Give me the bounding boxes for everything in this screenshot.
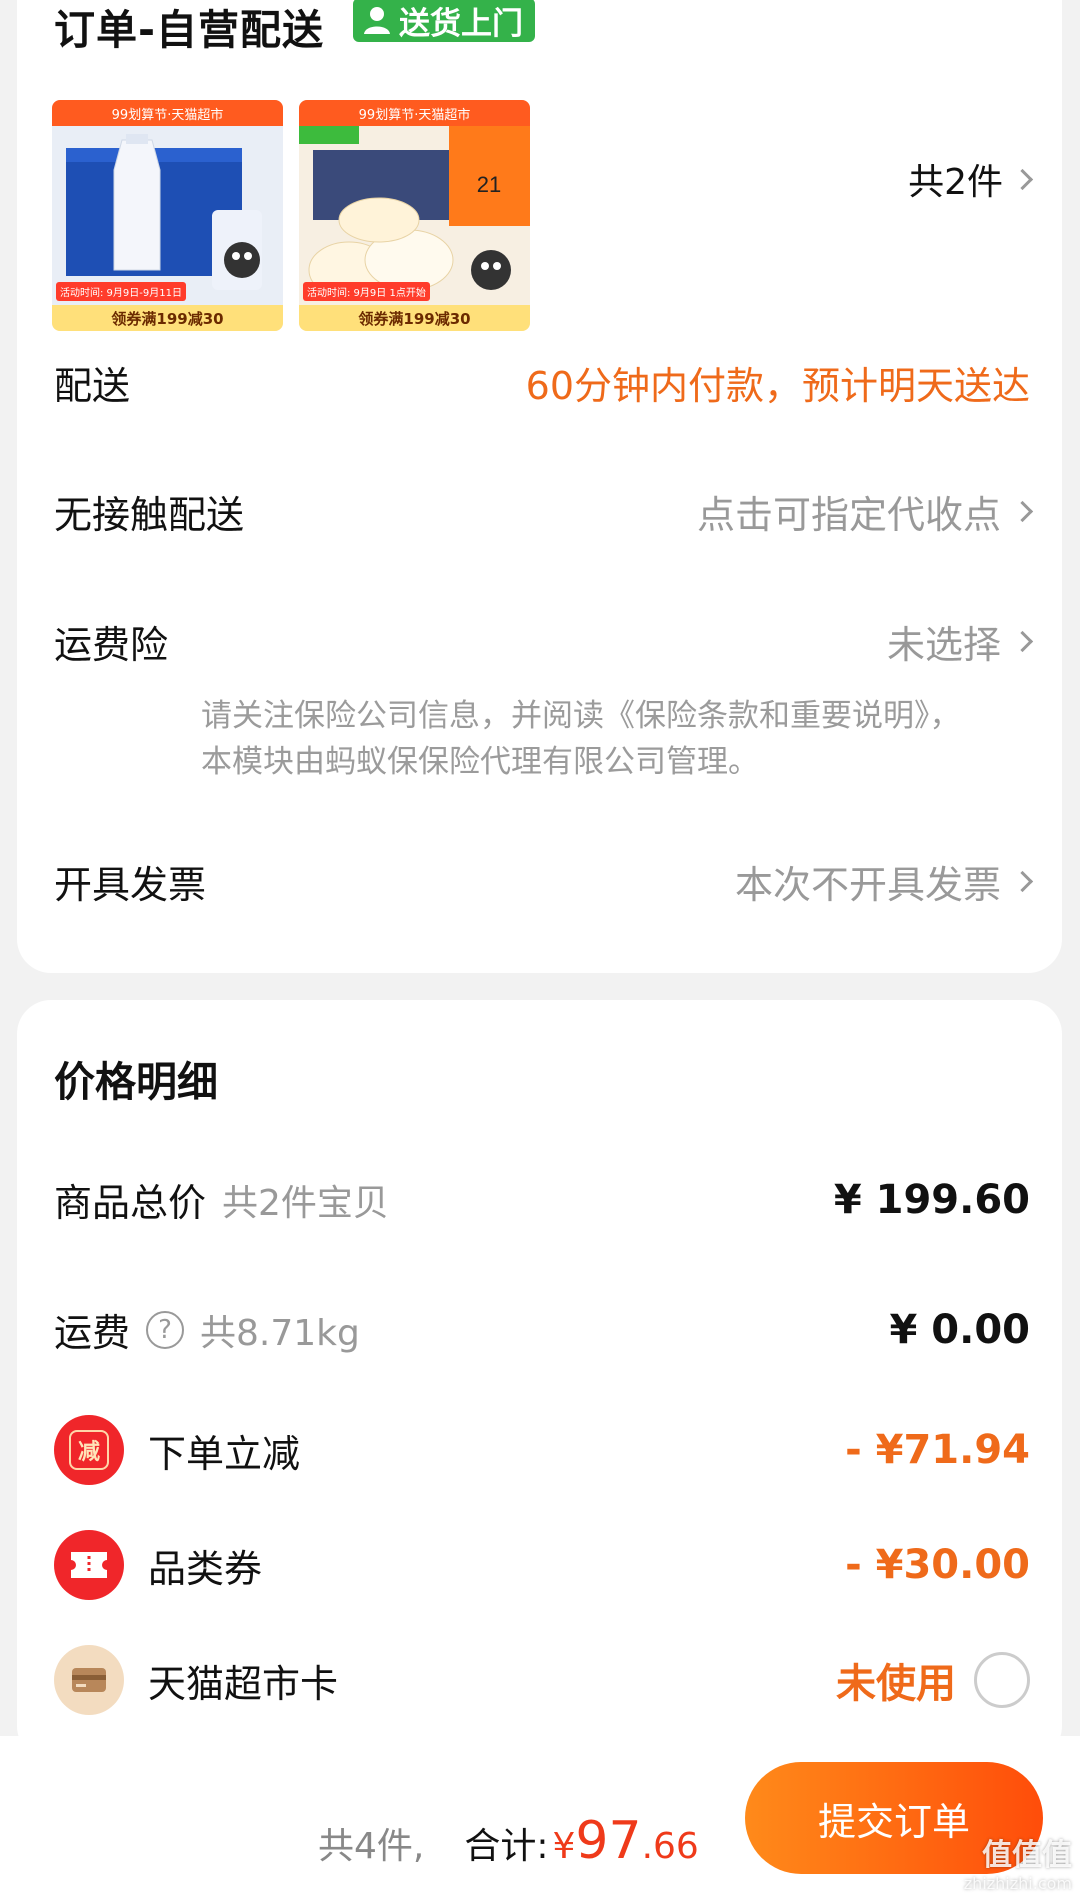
- invoice-row[interactable]: 开具发票 本次不开具发票: [54, 854, 1034, 909]
- goods-total-label-wrap: 商品总价 共2件宝贝: [54, 1172, 389, 1227]
- card-glyph: [72, 1668, 106, 1692]
- tmall-card-row[interactable]: 天猫超市卡 未使用: [54, 1645, 1030, 1715]
- goods-total-sub: 共2件宝贝: [222, 1182, 389, 1224]
- delivery-label: 配送: [54, 364, 131, 408]
- category-coupon-row[interactable]: 品类券 - ¥30.00: [54, 1530, 1030, 1600]
- delivery-badge: 送货上门: [353, 0, 535, 42]
- discount-icon-text: 减: [69, 1430, 109, 1470]
- contactless-label: 无接触配送: [54, 493, 245, 537]
- item-count-label: 共2件: [908, 162, 1003, 203]
- coupon-amount: - ¥30.00: [845, 1542, 1030, 1588]
- contactless-delivery-row[interactable]: 无接触配送 点击可指定代收点: [54, 484, 1034, 539]
- svg-text:21: 21: [477, 172, 501, 197]
- order-summary: 共4件, 合计: ¥ 97 .66: [318, 1811, 699, 1871]
- shipping-insurance-row[interactable]: 运费险 未选择: [54, 614, 1034, 669]
- watermark: 值值值 zhizhizhi.com: [964, 1830, 1072, 1893]
- order-card: 订单-自营配送 送货上门 99划算节·天猫超市 活动时间: 9月9日-9月11日…: [17, 0, 1062, 973]
- person-icon: [364, 7, 390, 34]
- shipping-fee-row: 运费 ? 共8.71kg ¥ 0.00: [54, 1302, 1030, 1357]
- product-banner: 99划算节·天猫超市: [52, 100, 283, 126]
- total-count: 共4件,: [318, 1826, 425, 1867]
- instant-discount-amount: - ¥71.94: [845, 1427, 1030, 1473]
- invoice-value: 本次不开具发票: [734, 863, 1001, 907]
- shipping-label-wrap: 运费 ? 共8.71kg: [54, 1302, 360, 1357]
- ticket-glyph: [71, 1552, 107, 1578]
- total-label: 合计:: [464, 1826, 549, 1867]
- instant-discount-label-wrap: 减 下单立减: [54, 1415, 300, 1485]
- chevron-right-icon: [1011, 168, 1034, 190]
- total-amount-int: 97: [575, 1811, 642, 1871]
- shipping-amount: ¥ 0.00: [889, 1306, 1030, 1353]
- item-count-link[interactable]: 共2件: [908, 153, 1034, 205]
- shipping-label: 运费: [54, 1311, 131, 1355]
- product-date: 活动时间: 9月9日-9月11日: [56, 282, 186, 301]
- product-date: 活动时间: 9月9日 1点开始: [303, 282, 430, 301]
- contactless-value: 点击可指定代收点: [696, 493, 1001, 537]
- shipping-weight: 共8.71kg: [200, 1312, 360, 1354]
- insurance-label: 运费险: [54, 623, 169, 667]
- watermark-text: 值值值: [982, 1838, 1072, 1873]
- invoice-label: 开具发票: [54, 863, 207, 907]
- tmall-card-label-wrap: 天猫超市卡: [54, 1645, 338, 1715]
- goods-total-row: 商品总价 共2件宝贝 ¥ 199.60: [54, 1172, 1030, 1227]
- delivery-row: 配送 60分钟内付款，预计明天送达: [54, 355, 1030, 410]
- product-thumbnail-1[interactable]: 99划算节·天猫超市 活动时间: 9月9日-9月11日 领券满199减30: [52, 100, 283, 331]
- goods-total-label: 商品总价: [54, 1181, 207, 1225]
- discount-icon: 减: [54, 1415, 124, 1485]
- ticket-icon: [54, 1530, 124, 1600]
- coupon-label-wrap: 品类券: [54, 1530, 262, 1600]
- product-thumbnail-2[interactable]: 21 99划算节·天猫超市 活动时间: 9月9日 1点开始 领券满199减30: [299, 100, 530, 331]
- checkout-bar: 共4件, 合计: ¥ 97 .66 提交订单 值值值 zhizhizhi.com: [0, 1736, 1080, 1899]
- product-promo: 领券满199减30: [299, 305, 530, 331]
- help-icon[interactable]: ?: [146, 1310, 185, 1349]
- insurance-note: 请关注保险公司信息，并阅读《保险条款和重要说明》，本模块由蚂蚁保保险代理有限公司…: [201, 698, 961, 780]
- instant-discount-label: 下单立减: [148, 1431, 301, 1476]
- card-icon: [54, 1645, 124, 1715]
- price-detail-card: 价格明细 商品总价 共2件宝贝 ¥ 199.60 运费 ? 共8.71kg ¥ …: [17, 1000, 1062, 1760]
- insurance-value-wrap: 未选择: [886, 614, 1034, 669]
- product-promo: 领券满199减30: [52, 305, 283, 331]
- total-amount-dec: .66: [641, 1826, 699, 1867]
- order-title: 订单-自营配送: [54, 6, 325, 54]
- invoice-value-wrap: 本次不开具发票: [734, 854, 1034, 909]
- tmall-card-status: 未使用: [836, 1661, 956, 1707]
- delivery-badge-label: 送货上门: [399, 5, 523, 42]
- tmall-card-radio[interactable]: [974, 1652, 1030, 1708]
- total-currency: ¥: [552, 1826, 576, 1867]
- product-banner: 99划算节·天猫超市: [299, 100, 530, 126]
- chevron-right-icon: [1011, 630, 1034, 653]
- chevron-right-icon: [1011, 870, 1034, 893]
- price-detail-title: 价格明细: [54, 1058, 218, 1106]
- insurance-value: 未选择: [886, 623, 1001, 667]
- coupon-label: 品类券: [148, 1546, 263, 1591]
- delivery-value: 60分钟内付款，预计明天送达: [525, 364, 1030, 408]
- contactless-value-wrap: 点击可指定代收点: [696, 484, 1034, 539]
- chevron-right-icon: [1011, 500, 1034, 523]
- watermark-url: zhizhizhi.com: [963, 1874, 1072, 1893]
- tmall-card-status-wrap: 未使用: [836, 1651, 1030, 1709]
- tmall-card-label: 天猫超市卡: [148, 1661, 339, 1706]
- instant-discount-row: 减 下单立减 - ¥71.94: [54, 1415, 1030, 1485]
- goods-total-amount: ¥ 199.60: [833, 1176, 1030, 1223]
